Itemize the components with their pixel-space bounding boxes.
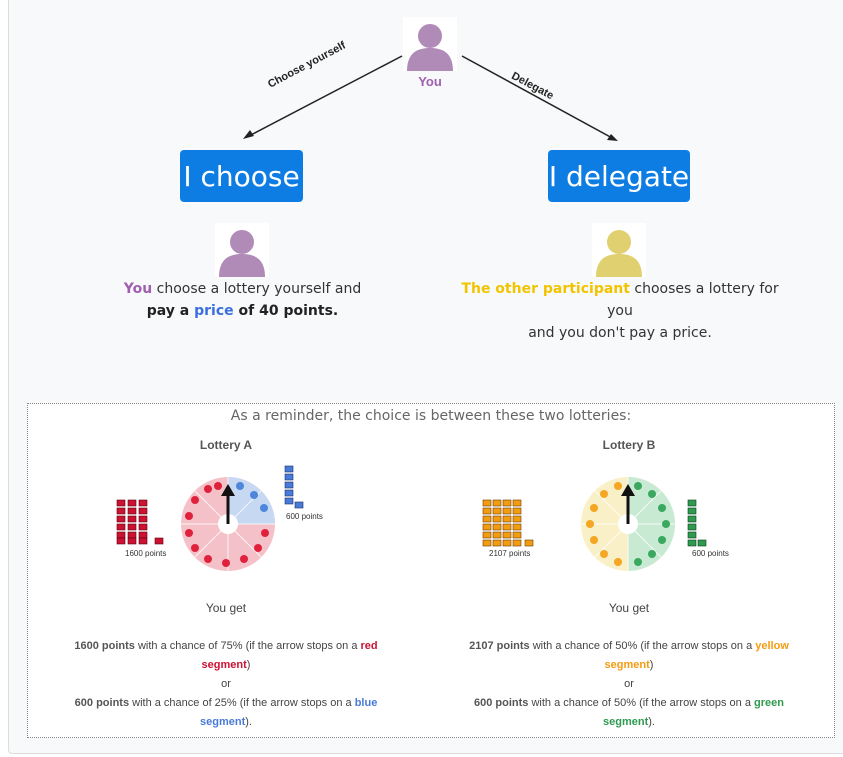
lottery-a-you-get: You get [205, 601, 247, 615]
lottery-a-low-label: 600 points [286, 512, 323, 521]
lottery-a-outcomes: 1600 points with a chance of 75% (if the… [74, 640, 378, 728]
reminder-text: As a reminder, the choice is between the… [230, 408, 632, 424]
delegate-description: The other participant chooses a lottery … [461, 281, 779, 341]
i-choose-button[interactable]: I choose [180, 150, 303, 202]
choose-description: You choose a lottery yourself and pay a … [123, 281, 362, 319]
lottery-b-high-label: 2107 points [489, 549, 531, 558]
lottery-b-outcomes: 2107 points with a chance of 50% (if the… [469, 640, 789, 728]
lottery-reminder-box: As a reminder, the choice is between the… [27, 403, 835, 738]
lottery-b-you-get: You get [608, 601, 650, 615]
other-participant-text: The other participant [461, 281, 630, 297]
you-avatar-icon [215, 223, 269, 277]
lottery-a-high-label: 1600 points [125, 549, 167, 558]
you-text: You [123, 281, 153, 297]
price-text: price [194, 303, 234, 319]
lottery-b-title: Lottery B [602, 438, 656, 452]
i-delegate-button[interactable]: I delegate [548, 150, 690, 202]
other-participant-avatar-icon [592, 223, 646, 277]
lottery-b-low-label: 600 points [692, 549, 729, 558]
lottery-a-title: Lottery A [199, 438, 253, 452]
decision-arrows [243, 55, 618, 141]
